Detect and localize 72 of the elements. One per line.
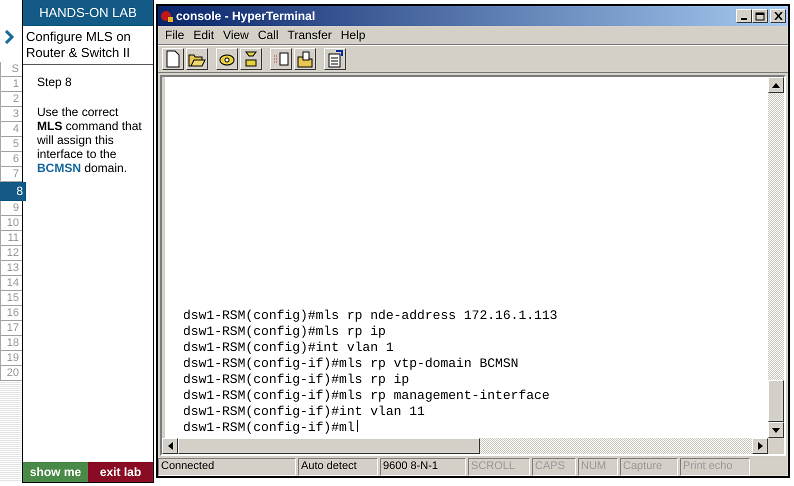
scrollbar-thumb[interactable] <box>768 380 784 422</box>
lab-header: HANDS-ON LAB <box>23 0 153 26</box>
right-arrow-icon <box>758 442 762 450</box>
terminal-line: dsw1-RSM(config-if)#mls rp vtp-domain BCMSN <box>183 356 520 372</box>
up-arrow-icon <box>772 82 780 88</box>
step-tab[interactable]: 20 <box>0 366 22 381</box>
terminal-line: dsw1-RSM(config-if)#mls rp ip <box>183 372 410 388</box>
lab-title: Configure MLS on Router & Switch II <box>23 26 153 65</box>
chevron-icon <box>4 30 14 44</box>
step-tab[interactable]: 12 <box>0 246 22 261</box>
step-tab[interactable]: 8 <box>0 182 26 201</box>
step-tab[interactable]: 1 <box>0 77 22 92</box>
step-tab[interactable]: 11 <box>0 231 22 246</box>
properties-icon[interactable] <box>324 48 346 70</box>
terminal-line: dsw1-RSM(config)#mls rp nde-address 172.16.1.113 <box>183 308 558 324</box>
scrollbar-thumb[interactable] <box>178 438 480 454</box>
step-tab[interactable]: 19 <box>0 351 22 366</box>
step-tab[interactable]: 18 <box>0 336 22 351</box>
scroll-right-button[interactable] <box>752 438 768 454</box>
status-field: NUM <box>578 458 618 476</box>
show-me-button[interactable]: show me <box>23 462 88 482</box>
down-arrow-icon <box>772 428 780 432</box>
scroll-up-button[interactable] <box>768 77 784 93</box>
status-field: Capture <box>620 458 678 476</box>
terminal-line: dsw1-RSM(config)#int vlan 1 <box>183 340 395 356</box>
status-field: Print echo <box>680 458 750 476</box>
menu-item[interactable]: Help <box>338 28 372 42</box>
close-icon <box>774 12 782 20</box>
left-arrow-icon <box>168 442 172 450</box>
step-tab[interactable]: 16 <box>0 306 22 321</box>
scroll-down-button[interactable] <box>768 422 784 438</box>
step-tab[interactable]: 6 <box>0 152 22 167</box>
menu-item[interactable]: Transfer <box>284 28 338 42</box>
status-field: Connected <box>158 458 296 476</box>
send-document-icon[interactable] <box>270 48 292 70</box>
step-tab[interactable]: 13 <box>0 261 22 276</box>
status-field: Auto detect <box>298 458 378 476</box>
step-tab[interactable]: S <box>0 62 22 77</box>
step-tab[interactable]: 9 <box>0 201 22 216</box>
status-field: CAPS <box>532 458 576 476</box>
menu-item[interactable]: File <box>162 28 190 42</box>
menu-item[interactable]: Edit <box>190 28 220 42</box>
open-folder-icon[interactable] <box>186 48 208 70</box>
new-document-icon[interactable] <box>162 48 184 70</box>
terminal-line: dsw1-RSM(config)#mls rp ip <box>183 324 387 340</box>
maximize-icon <box>755 12 765 20</box>
text-cursor <box>356 420 358 432</box>
terminal-line: dsw1-RSM(config-if)#int vlan 11 <box>183 404 426 420</box>
step-tab[interactable]: 3 <box>0 107 22 122</box>
terminal-line: dsw1-RSM(config-if)#ml <box>183 420 768 436</box>
step-tab[interactable]: 17 <box>0 321 22 336</box>
receive-folder-icon[interactable] <box>294 48 316 70</box>
step-label: Step 8 <box>37 75 73 89</box>
step-tab[interactable]: 7 <box>0 167 22 182</box>
status-field: SCROLL <box>468 458 530 476</box>
close-button[interactable] <box>770 9 786 23</box>
terminal-line: dsw1-RSM(config-if)#mls rp management-interface <box>183 388 551 404</box>
step-tab[interactable]: 14 <box>0 276 22 291</box>
scroll-left-button[interactable] <box>162 438 178 454</box>
step-tab[interactable]: 2 <box>0 92 22 107</box>
instruction-text: Use the correct MLS command that will assign this interface to the BCMSN domain. <box>37 105 143 175</box>
menu-item[interactable]: View <box>220 28 255 42</box>
window-title: console - HyperTerminal <box>176 9 316 23</box>
minimize-button[interactable] <box>736 9 752 23</box>
exit-button[interactable]: exit lab <box>88 462 153 482</box>
menu-item[interactable]: Call <box>254 28 284 42</box>
step-tab[interactable]: 15 <box>0 291 22 306</box>
status-field: 9600 8-N-1 <box>380 458 466 476</box>
maximize-button[interactable] <box>752 9 768 23</box>
step-tab[interactable]: 4 <box>0 122 22 137</box>
step-tab[interactable]: 10 <box>0 216 22 231</box>
step-tab[interactable]: 5 <box>0 137 22 152</box>
